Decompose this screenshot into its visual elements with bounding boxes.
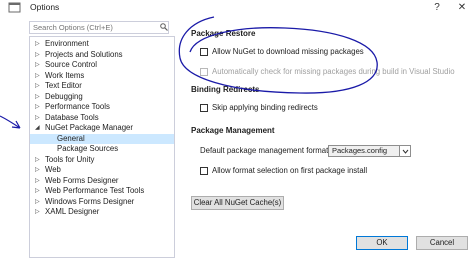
package-format-select[interactable]: Packages.config (328, 145, 400, 157)
allow-format-selection-label[interactable]: Allow format selection on first package … (212, 166, 367, 175)
tree-item-database-tools[interactable]: ▷ Database Tools (30, 113, 174, 123)
app-icon (8, 2, 21, 13)
tree-item-tools-for-unity[interactable]: ▷ Tools for Unity (30, 155, 174, 165)
tree-item-debugging[interactable]: ▷ Debugging (30, 92, 174, 102)
expand-arrow-icon[interactable]: ▷ (35, 50, 40, 60)
tree-item-projects-and-solutions[interactable]: ▷ Projects and Solutions (30, 50, 174, 60)
tree-item-general[interactable]: General (30, 133, 174, 144)
expand-arrow-icon[interactable]: ▷ (35, 207, 40, 217)
package-management-heading: Package Management (191, 126, 275, 135)
tree-item-nuget-package-manager[interactable]: ◢ NuGet Package Manager (30, 123, 174, 133)
expand-arrow-icon[interactable]: ▷ (35, 176, 40, 186)
skip-binding-redirects-label[interactable]: Skip applying binding redirects (212, 103, 318, 112)
tree-item-web-forms-designer[interactable]: ▷ Web Forms Designer (30, 176, 174, 186)
allow-download-checkbox[interactable] (200, 48, 208, 56)
allow-format-selection-checkbox[interactable] (200, 167, 208, 175)
title-bar (0, 0, 474, 16)
search-input[interactable] (29, 21, 169, 34)
clear-nuget-cache-button[interactable]: Clear All NuGet Cache(s) (191, 196, 284, 210)
window-title: Options (30, 2, 60, 12)
expand-arrow-icon[interactable]: ▷ (35, 186, 40, 196)
skip-binding-redirects-checkbox[interactable] (200, 104, 208, 112)
binding-redirects-heading: Binding Redirects (191, 85, 260, 94)
expand-arrow-icon[interactable]: ▷ (35, 92, 40, 102)
tree-item-environment[interactable]: ▷ Environment (30, 39, 174, 49)
tree-item-text-editor[interactable]: ▷ Text Editor (30, 81, 174, 91)
expand-arrow-icon[interactable]: ▷ (35, 39, 40, 49)
tree-item-package-sources[interactable]: Package Sources (30, 144, 174, 154)
expand-arrow-icon[interactable]: ▷ (35, 71, 40, 81)
cancel-button[interactable]: Cancel (416, 236, 468, 250)
annotation-arrow-icon (0, 115, 21, 129)
tree-item-work-items[interactable]: ▷ Work Items (30, 71, 174, 81)
expand-arrow-icon[interactable]: ▷ (35, 113, 40, 123)
collapse-arrow-icon[interactable]: ◢ (35, 123, 40, 133)
auto-check-label: Automatically check for missing packages… (212, 67, 455, 76)
expand-arrow-icon[interactable]: ▷ (35, 81, 40, 91)
chevron-down-icon (402, 149, 409, 154)
expand-arrow-icon[interactable]: ▷ (35, 155, 40, 165)
expand-arrow-icon[interactable]: ▷ (35, 165, 40, 175)
allow-download-label[interactable]: Allow NuGet to download missing packages (212, 47, 364, 56)
tree-item-performance-tools[interactable]: ▷ Performance Tools (30, 102, 174, 112)
auto-check-checkbox (200, 68, 208, 76)
tree-item-source-control[interactable]: ▷ Source Control (30, 60, 174, 70)
options-tree[interactable]: ▷ Environment ▷ Projects and Solutions ▷ So… (29, 36, 175, 258)
expand-arrow-icon[interactable]: ▷ (35, 197, 40, 207)
tree-item-xaml-designer[interactable]: ▷ XAML Designer (30, 207, 174, 217)
expand-arrow-icon[interactable]: ▷ (35, 102, 40, 112)
default-format-label: Default package management format: (200, 146, 331, 155)
search-icon (160, 23, 168, 31)
package-restore-heading: Package Restore (191, 29, 256, 38)
tree-item-web[interactable]: ▷ Web (30, 165, 174, 175)
tree-item-web-performance-test-tools[interactable]: ▷ Web Performance Test Tools (30, 186, 174, 196)
select-dropdown-button[interactable] (400, 145, 411, 157)
ok-button[interactable]: OK (356, 236, 408, 250)
tree-item-windows-forms-designer[interactable]: ▷ Windows Forms Designer (30, 197, 174, 207)
help-button[interactable]: ? (427, 0, 447, 16)
expand-arrow-icon[interactable]: ▷ (35, 60, 40, 70)
close-button[interactable]: ✕ (452, 0, 472, 16)
